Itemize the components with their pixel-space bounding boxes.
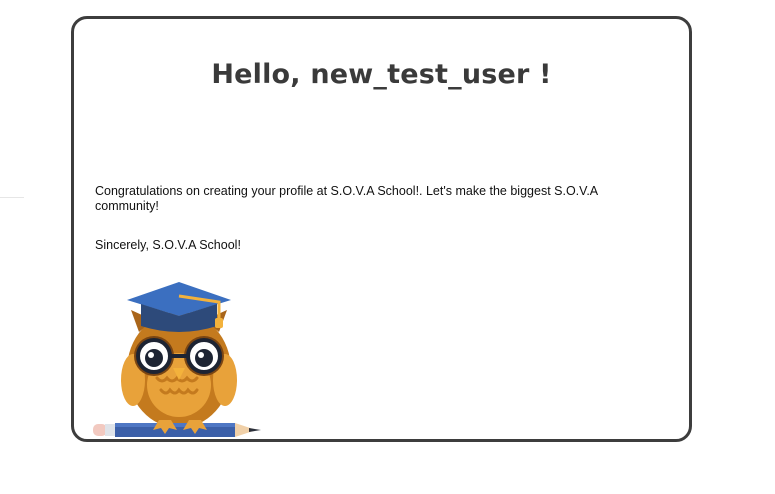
divider [0, 197, 24, 198]
greeting-heading: Hello, new_test_user ! [211, 59, 552, 90]
welcome-card: Hello, new_test_user ! Congratulations o… [71, 16, 692, 442]
owl-graduate-icon [93, 282, 261, 437]
signature: Sincerely, S.O.V.A School! [95, 238, 241, 252]
welcome-message: Congratulations on creating your profile… [95, 184, 598, 213]
page: Hello, new_test_user ! Congratulations o… [0, 0, 775, 494]
